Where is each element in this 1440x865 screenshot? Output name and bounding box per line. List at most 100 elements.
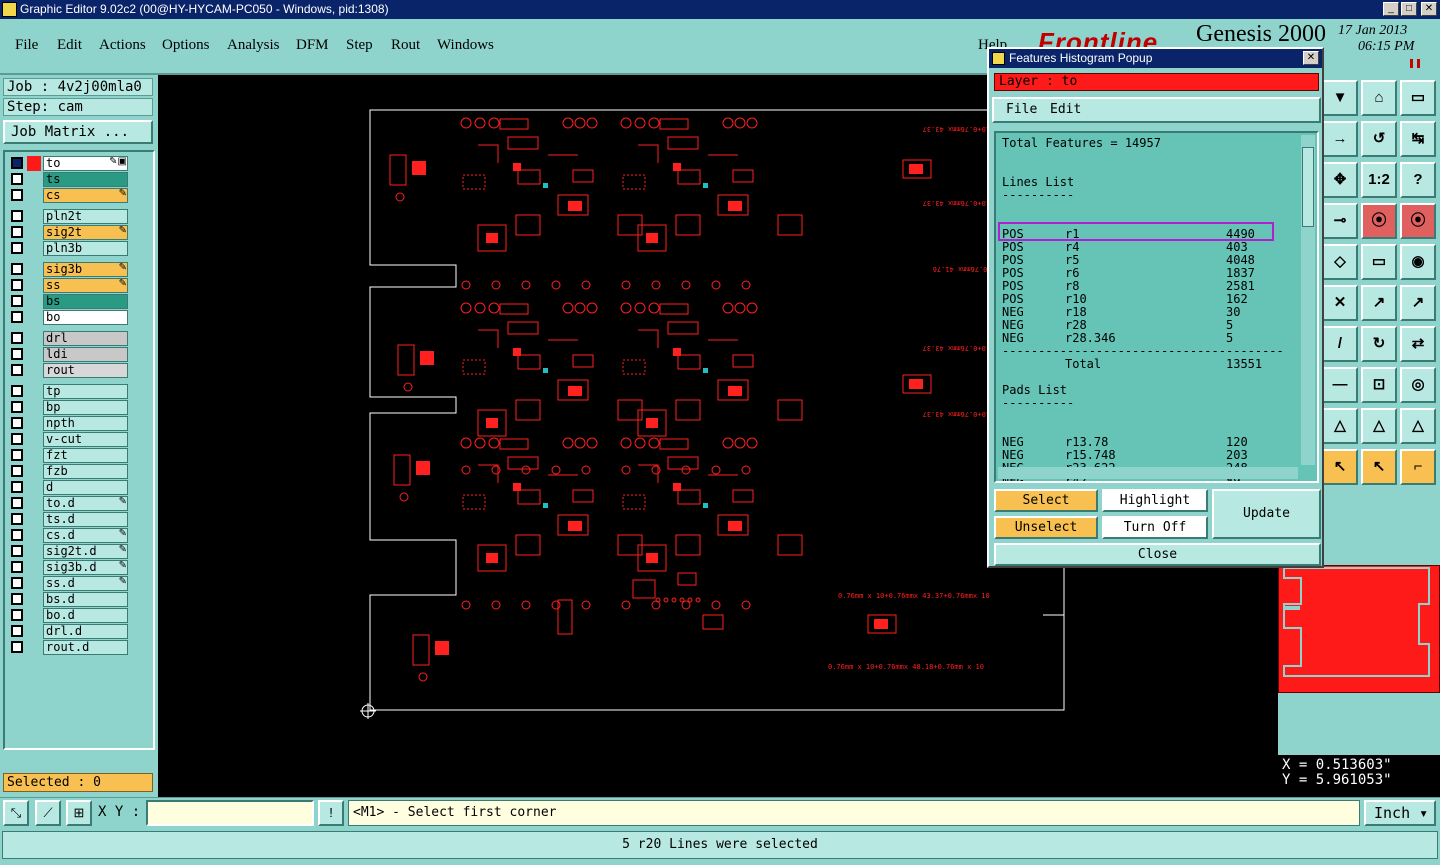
layer-checkbox[interactable] bbox=[11, 593, 23, 605]
layer-checkbox[interactable] bbox=[11, 263, 23, 275]
layer-row-pln2t[interactable]: pln2t bbox=[8, 209, 130, 224]
horizontal-scrollbar[interactable] bbox=[998, 467, 1298, 479]
layer-row-bo[interactable]: bo bbox=[8, 310, 130, 325]
triangle2-icon[interactable]: △ bbox=[1361, 408, 1397, 444]
line-row[interactable]: POS r4 403 bbox=[1002, 241, 1302, 254]
layer-row-bs[interactable]: bs bbox=[8, 294, 130, 309]
layer-row-to[interactable]: to ✎▣ bbox=[8, 156, 130, 171]
layer-checkbox[interactable] bbox=[11, 279, 23, 291]
layer-row-to-d[interactable]: to.d ✎ bbox=[8, 496, 130, 511]
layer-checkbox[interactable] bbox=[11, 465, 23, 477]
layer-name[interactable]: ss bbox=[43, 278, 128, 293]
layer-row-tp[interactable]: tp bbox=[8, 384, 130, 399]
layer-checkbox[interactable] bbox=[11, 173, 23, 185]
layer-checkbox[interactable] bbox=[11, 513, 23, 525]
layer-row-fzb[interactable]: fzb bbox=[8, 464, 130, 479]
warning-icon[interactable]: ! bbox=[318, 800, 344, 826]
xy-input[interactable] bbox=[146, 800, 314, 826]
layer-checkbox[interactable] bbox=[11, 189, 23, 201]
draw-icon[interactable]: ◇ bbox=[1322, 244, 1358, 280]
layer-name[interactable]: npth bbox=[43, 416, 128, 431]
highlight-button[interactable]: Highlight bbox=[1102, 489, 1208, 512]
menu-options[interactable]: Options bbox=[162, 37, 210, 54]
mini-map[interactable] bbox=[1278, 565, 1440, 693]
scale-icon[interactable]: 1:2 bbox=[1361, 162, 1397, 198]
measure-icon[interactable]: ⟋ bbox=[35, 800, 61, 826]
layer-name[interactable]: to.d bbox=[43, 496, 128, 511]
layer-checkbox[interactable] bbox=[11, 625, 23, 637]
layer-name[interactable]: v-cut bbox=[43, 432, 128, 447]
ruler-icon[interactable]: ▭ bbox=[1361, 244, 1397, 280]
turn-off-button[interactable]: Turn Off bbox=[1102, 516, 1208, 539]
job-matrix-button[interactable]: Job Matrix ... bbox=[3, 120, 153, 144]
panel-icon[interactable]: ▼ bbox=[1322, 80, 1358, 116]
group-icon[interactable]: ◎ bbox=[1400, 367, 1436, 403]
layer-name[interactable]: ldi bbox=[43, 347, 128, 362]
unit-select[interactable]: Inch ▾ bbox=[1364, 800, 1436, 826]
layer-row-drl[interactable]: drl bbox=[8, 331, 130, 346]
layer-name[interactable]: ts.d bbox=[43, 512, 128, 527]
layer-checkbox[interactable] bbox=[11, 242, 23, 254]
menu-edit[interactable]: Edit bbox=[57, 37, 82, 54]
line-row[interactable]: POS r10 162 bbox=[1002, 293, 1302, 306]
layer-row-sig2t[interactable]: sig2t ✎ bbox=[8, 225, 130, 240]
move-icon[interactable]: ↗ bbox=[1361, 285, 1397, 321]
layer-name[interactable]: bo.d bbox=[43, 608, 128, 623]
layer-row-ss-d[interactable]: ss.d ✎ bbox=[8, 576, 130, 591]
layer-name[interactable]: drl bbox=[43, 331, 128, 346]
layer-row-rout-d[interactable]: rout.d bbox=[8, 640, 130, 655]
select-button[interactable]: Select bbox=[994, 489, 1098, 512]
layer-name[interactable]: rout.d bbox=[43, 640, 128, 655]
layer-checkbox[interactable] bbox=[11, 295, 23, 307]
close-window-button[interactable]: ✕ bbox=[1421, 2, 1437, 16]
line-row[interactable]: POS r6 1837 bbox=[1002, 267, 1302, 280]
cursor-icon[interactable]: ↖ bbox=[1322, 449, 1358, 485]
triangle-icon[interactable]: △ bbox=[1322, 408, 1358, 444]
popup-menu-edit[interactable]: Edit bbox=[1050, 99, 1081, 121]
layer-name[interactable]: pln2t bbox=[43, 209, 128, 224]
fit-icon[interactable]: ⊡ bbox=[1361, 367, 1397, 403]
line-row[interactable]: NEG r18 30 bbox=[1002, 306, 1302, 319]
layer-checkbox[interactable] bbox=[11, 210, 23, 222]
layer-row-cs-d[interactable]: cs.d ✎ bbox=[8, 528, 130, 543]
layer-row-ts-d[interactable]: ts.d bbox=[8, 512, 130, 527]
zoom-area-icon[interactable]: ⤡ bbox=[3, 800, 29, 826]
layer-row-rout[interactable]: rout bbox=[8, 363, 130, 378]
layer-checkbox[interactable] bbox=[11, 433, 23, 445]
line-row[interactable]: POS r8 2581 bbox=[1002, 280, 1302, 293]
line-icon[interactable]: / bbox=[1322, 326, 1358, 362]
maximize-button[interactable]: □ bbox=[1401, 2, 1417, 16]
layer-name[interactable]: d bbox=[43, 480, 128, 495]
pad-row[interactable]: NEG r15.748 203 bbox=[1002, 449, 1302, 462]
popup-menu-file[interactable]: File bbox=[1006, 99, 1037, 121]
layer-checkbox[interactable] bbox=[11, 641, 23, 653]
menu-file[interactable]: File bbox=[15, 37, 38, 54]
layer-checkbox[interactable] bbox=[11, 481, 23, 493]
mirror-icon[interactable]: ⇄ bbox=[1400, 326, 1436, 362]
layer-row-ts[interactable]: ts bbox=[8, 172, 130, 187]
route-icon[interactable]: ⌐ bbox=[1400, 449, 1436, 485]
layer-row-bo-d[interactable]: bo.d bbox=[8, 608, 130, 623]
scroll-thumb[interactable] bbox=[1302, 147, 1314, 227]
layer-red-icon[interactable]: ⦿ bbox=[1361, 203, 1397, 239]
layer-name[interactable]: cs.d bbox=[43, 528, 128, 543]
layer-name[interactable]: bp bbox=[43, 400, 128, 415]
layer-checkbox[interactable] bbox=[11, 449, 23, 461]
layer-checkbox[interactable] bbox=[11, 497, 23, 509]
layer-name[interactable]: sig2t bbox=[43, 225, 128, 240]
layer-row-sig3b-d[interactable]: sig3b.d ✎ bbox=[8, 560, 130, 575]
layer-name[interactable]: fzt bbox=[43, 448, 128, 463]
layer-name[interactable]: sig2t.d bbox=[43, 544, 128, 559]
snapshot-icon[interactable]: ▭ bbox=[1400, 80, 1436, 116]
minimize-button[interactable]: _ bbox=[1383, 2, 1399, 16]
layer-row-bs-d[interactable]: bs.d bbox=[8, 592, 130, 607]
layer-row-ldi[interactable]: ldi bbox=[8, 347, 130, 362]
layer-checkbox[interactable] bbox=[11, 609, 23, 621]
layer-row-d[interactable]: d bbox=[8, 480, 130, 495]
layer-red2-icon[interactable]: ⦿ bbox=[1400, 203, 1436, 239]
menu-actions[interactable]: Actions bbox=[99, 37, 146, 54]
layer-row-fzt[interactable]: fzt bbox=[8, 448, 130, 463]
layer-checkbox[interactable] bbox=[11, 561, 23, 573]
layer-row-cs[interactable]: cs ✎ bbox=[8, 188, 130, 203]
layer-checkbox[interactable] bbox=[11, 364, 23, 376]
